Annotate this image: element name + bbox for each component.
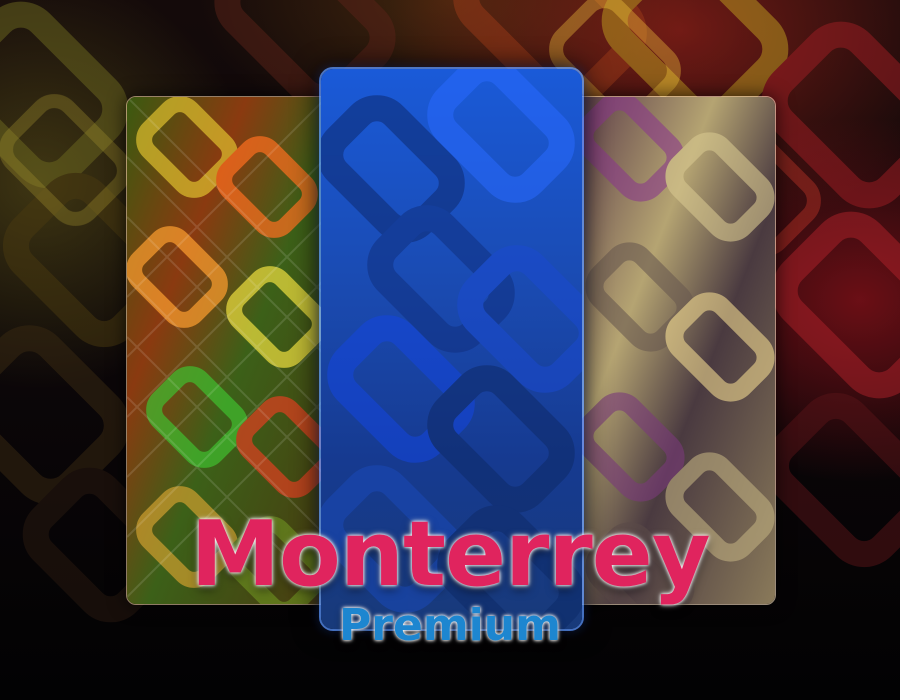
app-title: Monterrey bbox=[190, 502, 710, 607]
promo-artwork: Monterrey Premium bbox=[0, 0, 900, 700]
app-subtitle: Premium bbox=[339, 600, 561, 651]
